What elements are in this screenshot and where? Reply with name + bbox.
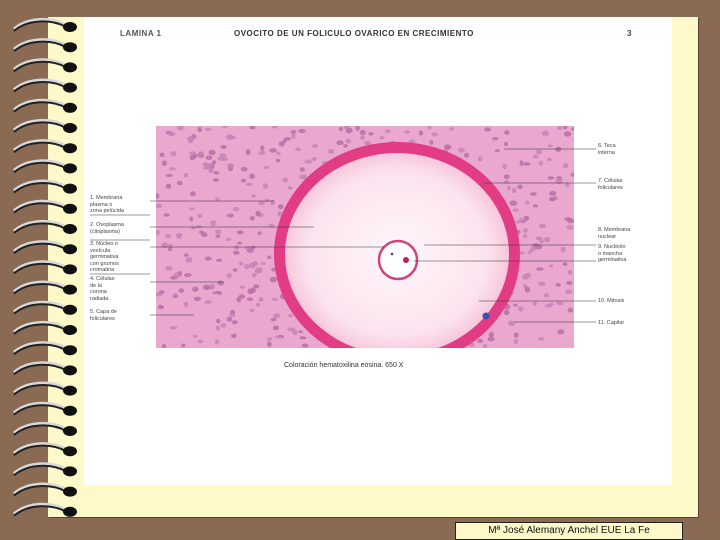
- label-3: 3. Núcleo o vesícula germinativa con gru…: [90, 241, 119, 273]
- label-1: 1. Membrana plasma o zona pelúcida: [90, 195, 124, 214]
- leader-lines: [90, 148, 596, 323]
- label-4: 4. Células de la corona radiada: [90, 276, 115, 302]
- label-11: 11. Capilar: [598, 320, 625, 326]
- textbook-plate: LAMINA 1 OVOCITO DE UN FOLICULO OVARICO …: [84, 17, 672, 485]
- label-7: 7. Células foliculares: [598, 178, 623, 191]
- spiral-binding: [13, 18, 77, 517]
- label-9: 9. Nucléolo o mancha germinativa: [598, 244, 627, 263]
- label-2: 2. Ovoplasma (citoplasma): [90, 222, 124, 235]
- plate-caption: Coloración hematoxilina eosina. 650 X: [284, 362, 404, 369]
- slide: { "plate": { "label": "LAMINA 1", "title…: [0, 0, 720, 540]
- label-5: 5. Capa de foliculares: [90, 309, 117, 322]
- label-8: 8. Membrana nuclear: [598, 227, 631, 240]
- label-10: 10. Mitosis: [598, 298, 625, 304]
- label-6: 6. Teca interna: [598, 143, 616, 156]
- author-credit: Mª José Alemany Anchel EUE La Fe: [455, 522, 683, 540]
